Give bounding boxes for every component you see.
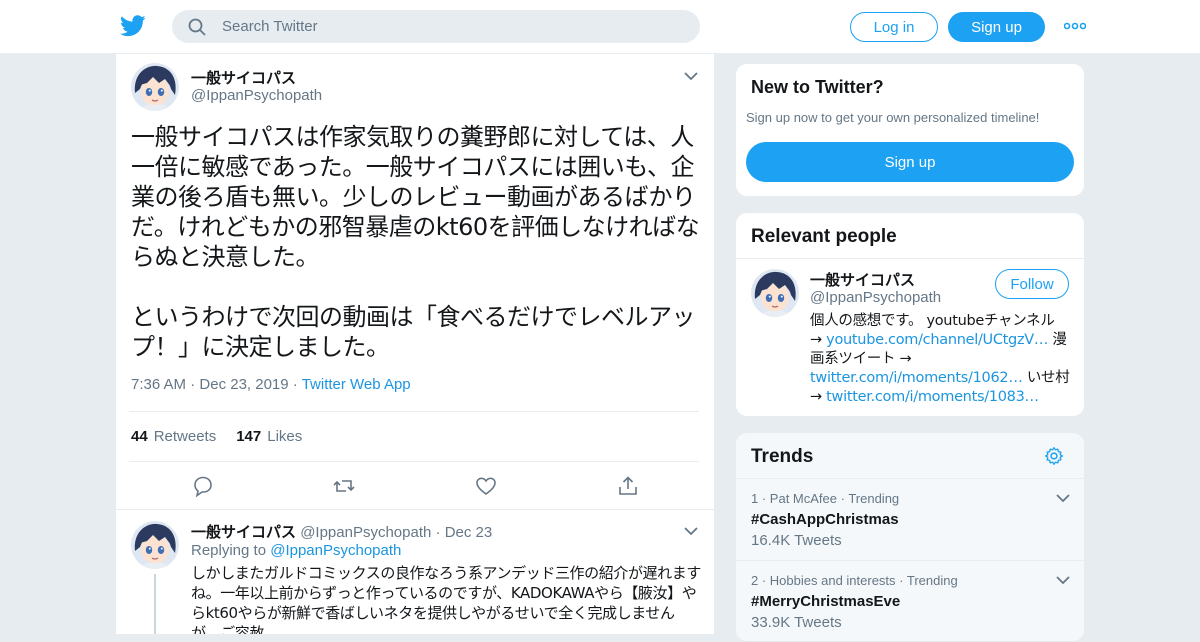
twitter-bird-icon[interactable] — [120, 14, 146, 38]
tweet-date[interactable]: Dec 23, 2019 — [199, 376, 288, 393]
share-icon[interactable] — [616, 474, 640, 498]
person-handle[interactable]: @IppanPsychopath — [810, 289, 941, 306]
settings-gear-icon[interactable] — [1044, 446, 1064, 466]
chevron-down-icon[interactable] — [684, 526, 698, 536]
trends-card: Trends 1 · Pat McAfee · Trending #CashAp… — [735, 432, 1085, 642]
retweets-stat[interactable]: 44 Retweets — [131, 428, 216, 445]
trends-title: Trends — [751, 446, 814, 467]
trend-meta: 1 · Pat McAfee · Trending — [751, 491, 900, 506]
reply-header: 一般サイコパス @IppanPsychopath · Dec 23 — [191, 521, 492, 542]
more-dots-icon[interactable] — [1064, 20, 1086, 32]
separator-dot: · — [435, 524, 441, 541]
divider — [736, 258, 1084, 259]
tweet-actions — [116, 474, 714, 510]
trend-rank: 1 — [751, 491, 759, 506]
trend-count: 16.4K Tweets — [751, 532, 842, 549]
card-title: New to Twitter? — [751, 77, 884, 97]
person-bio: 個人の感想です。 youtubeチャンネル → youtube.com/chan… — [810, 312, 1070, 407]
likes-count: 147 — [236, 428, 262, 445]
search-bar[interactable] — [172, 10, 700, 43]
trend-meta: 2 · Hobbies and interests · Trending — [751, 573, 958, 588]
reply-icon[interactable] — [191, 474, 215, 498]
retweet-icon[interactable] — [332, 474, 356, 498]
trend-rank: 2 — [751, 573, 759, 588]
card-subtitle: Sign up now to get your own personalized… — [746, 110, 1040, 125]
trend-count: 33.9K Tweets — [751, 614, 842, 631]
trend-status: Trending — [906, 573, 958, 588]
search-input[interactable] — [222, 18, 662, 35]
reply-text: しかしまたガルドコミックスの良作なろう系アンデッド三作の紹介が遅れますね。一年以… — [191, 564, 701, 634]
bio-text: いせ村 — [1022, 370, 1070, 386]
top-navigation-bar: Log in Sign up — [0, 0, 1200, 54]
bio-text: 個人の感想です。 youtubeチャンネル — [810, 313, 1055, 329]
tweet-column: 一般サイコパス @IppanPsychopath 一般サイコパスは作家気取りの糞… — [115, 54, 715, 634]
thread-line — [154, 574, 156, 634]
trend-status: Trending — [848, 491, 900, 506]
likes-label: Likes — [267, 428, 303, 445]
avatar[interactable] — [131, 63, 179, 111]
search-icon — [188, 18, 206, 36]
divider — [116, 509, 714, 510]
login-button[interactable]: Log in — [850, 12, 938, 42]
likes-stat[interactable]: 147 Likes — [236, 428, 302, 445]
tweet-text: 一般サイコパスは作家気取りの糞野郎に対しては、人一倍に敏感であった。一般サイコパ… — [131, 123, 700, 361]
reply-author-name[interactable]: 一般サイコパス — [191, 524, 296, 541]
follow-button[interactable]: Follow — [995, 269, 1069, 299]
signup-button[interactable]: Sign up — [948, 12, 1045, 42]
separator-dot: · — [292, 376, 302, 393]
tweet-source-link[interactable]: Twitter Web App — [302, 376, 411, 393]
bio-arrow: → — [810, 389, 827, 405]
sidebar-signup-button[interactable]: Sign up — [746, 142, 1074, 182]
trend-name[interactable]: #MerryChristmasEve — [751, 593, 900, 610]
bio-youtube-link[interactable]: youtube.com/channel/UCtgzV… — [826, 332, 1048, 348]
tweet-stats: 44 Retweets 147 Likes — [129, 411, 699, 462]
author-handle[interactable]: @IppanPsychopath — [191, 87, 322, 104]
reply-date[interactable]: Dec 23 — [445, 524, 493, 541]
person-name[interactable]: 一般サイコパス — [810, 269, 915, 290]
chevron-down-icon[interactable] — [1056, 575, 1070, 585]
trend-context: Pat McAfee — [769, 491, 837, 506]
bio-moments-link[interactable]: twitter.com/i/moments/1083… — [826, 389, 1039, 405]
author-name[interactable]: 一般サイコパス — [191, 67, 296, 88]
replying-to-handle-link[interactable]: @IppanPsychopath — [270, 542, 401, 559]
bio-moments-link[interactable]: twitter.com/i/moments/1062… — [810, 370, 1023, 386]
chevron-down-icon[interactable] — [684, 71, 698, 81]
relevant-people-card: Relevant people 一般サイコパス @IppanPsychopath… — [735, 212, 1085, 417]
retweets-count: 44 — [131, 428, 148, 445]
retweets-label: Retweets — [153, 428, 217, 445]
like-icon[interactable] — [474, 474, 498, 498]
new-to-twitter-card: New to Twitter? Sign up now to get your … — [735, 63, 1085, 197]
tweet-timestamp: 7:36 AM · Dec 23, 2019 · Twitter Web App — [131, 376, 411, 393]
tweet-time[interactable]: 7:36 AM — [131, 376, 186, 393]
avatar[interactable] — [751, 269, 799, 317]
replying-to: Replying to @IppanPsychopath — [191, 542, 401, 559]
trend-item[interactable]: 1 · Pat McAfee · Trending #CashAppChrist… — [736, 478, 1084, 560]
card-title: Relevant people — [751, 226, 897, 247]
chevron-down-icon[interactable] — [1056, 493, 1070, 503]
trend-name[interactable]: #CashAppChristmas — [751, 511, 899, 528]
bio-arrow: → — [810, 332, 827, 348]
replying-to-label: Replying to — [191, 542, 267, 559]
reply-author-handle[interactable]: @IppanPsychopath — [300, 524, 431, 541]
avatar[interactable] — [131, 521, 179, 569]
trend-context: Hobbies and interests — [769, 573, 896, 588]
separator-dot: · — [190, 376, 200, 393]
